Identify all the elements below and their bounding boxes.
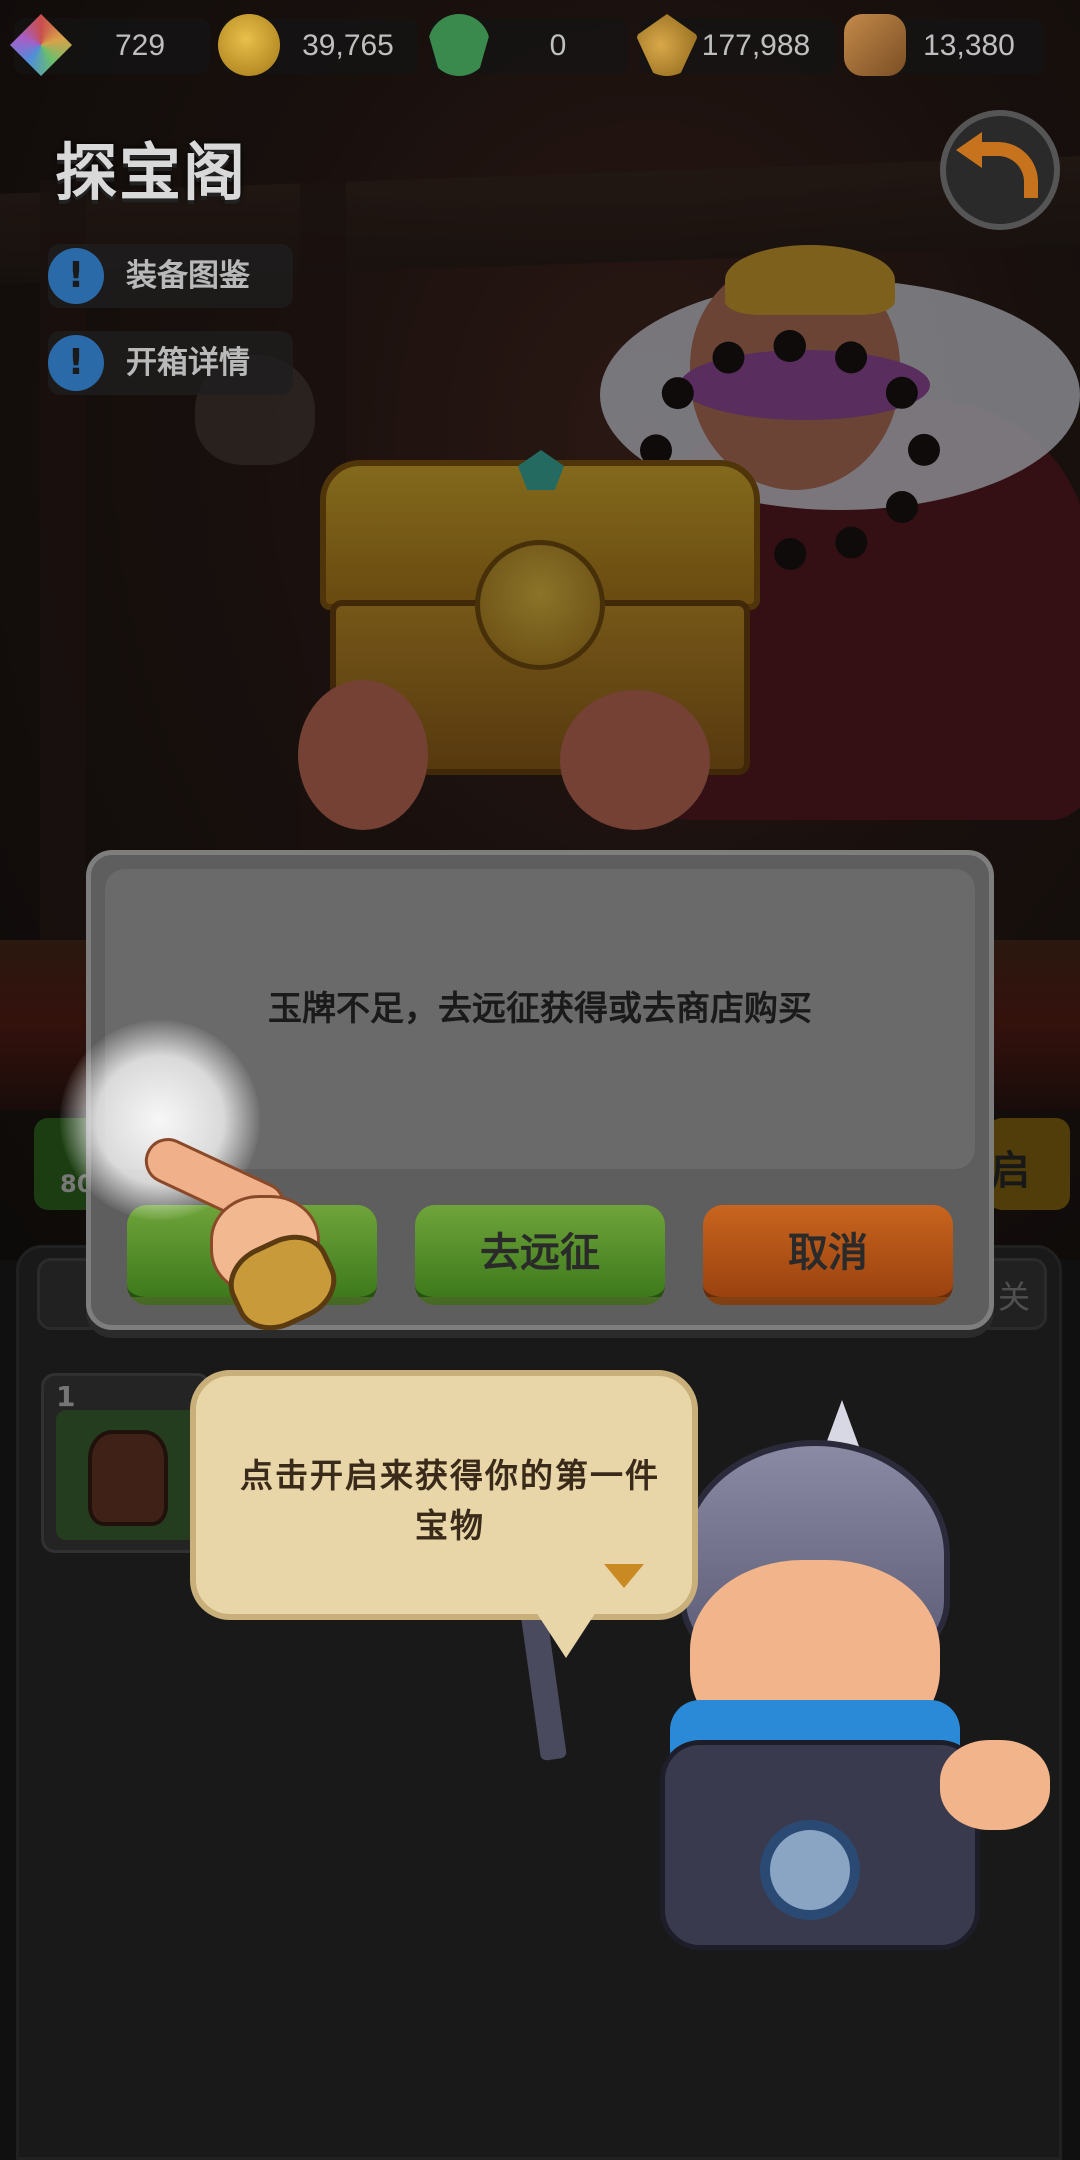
resource-wood: 13,380: [844, 14, 1044, 76]
resource-bar: 729 39,765 0 177,988 13,380: [0, 8, 1080, 88]
tutorial-bubble-text: 点击开启来获得你的第一件宝物: [240, 1456, 660, 1545]
gem-icon: [10, 14, 72, 76]
tutorial-speech-bubble[interactable]: 点击开启来获得你的第一件宝物: [190, 1370, 698, 1658]
exclamation-icon: !: [48, 335, 104, 391]
jade-token-icon: [428, 14, 490, 76]
go-expedition-button[interactable]: 去远征: [415, 1205, 665, 1305]
cancel-button[interactable]: 取消: [703, 1205, 953, 1305]
resource-gems: 729: [10, 14, 210, 76]
resource-wheat: 177,988: [636, 14, 836, 76]
pointing-hand-icon: [130, 1130, 349, 1344]
resource-gold: 39,765: [218, 14, 418, 76]
next-arrow-icon: [604, 1564, 644, 1588]
chest-details-button[interactable]: ! 开箱详情: [48, 331, 293, 395]
page-title: 探宝阁: [55, 136, 248, 209]
resource-jade: 0: [428, 14, 628, 76]
gold-coin-icon: [218, 14, 280, 76]
exclamation-icon: !: [48, 248, 104, 304]
back-button[interactable]: [940, 110, 1060, 230]
equipment-catalog-button[interactable]: ! 装备图鉴: [48, 244, 293, 308]
